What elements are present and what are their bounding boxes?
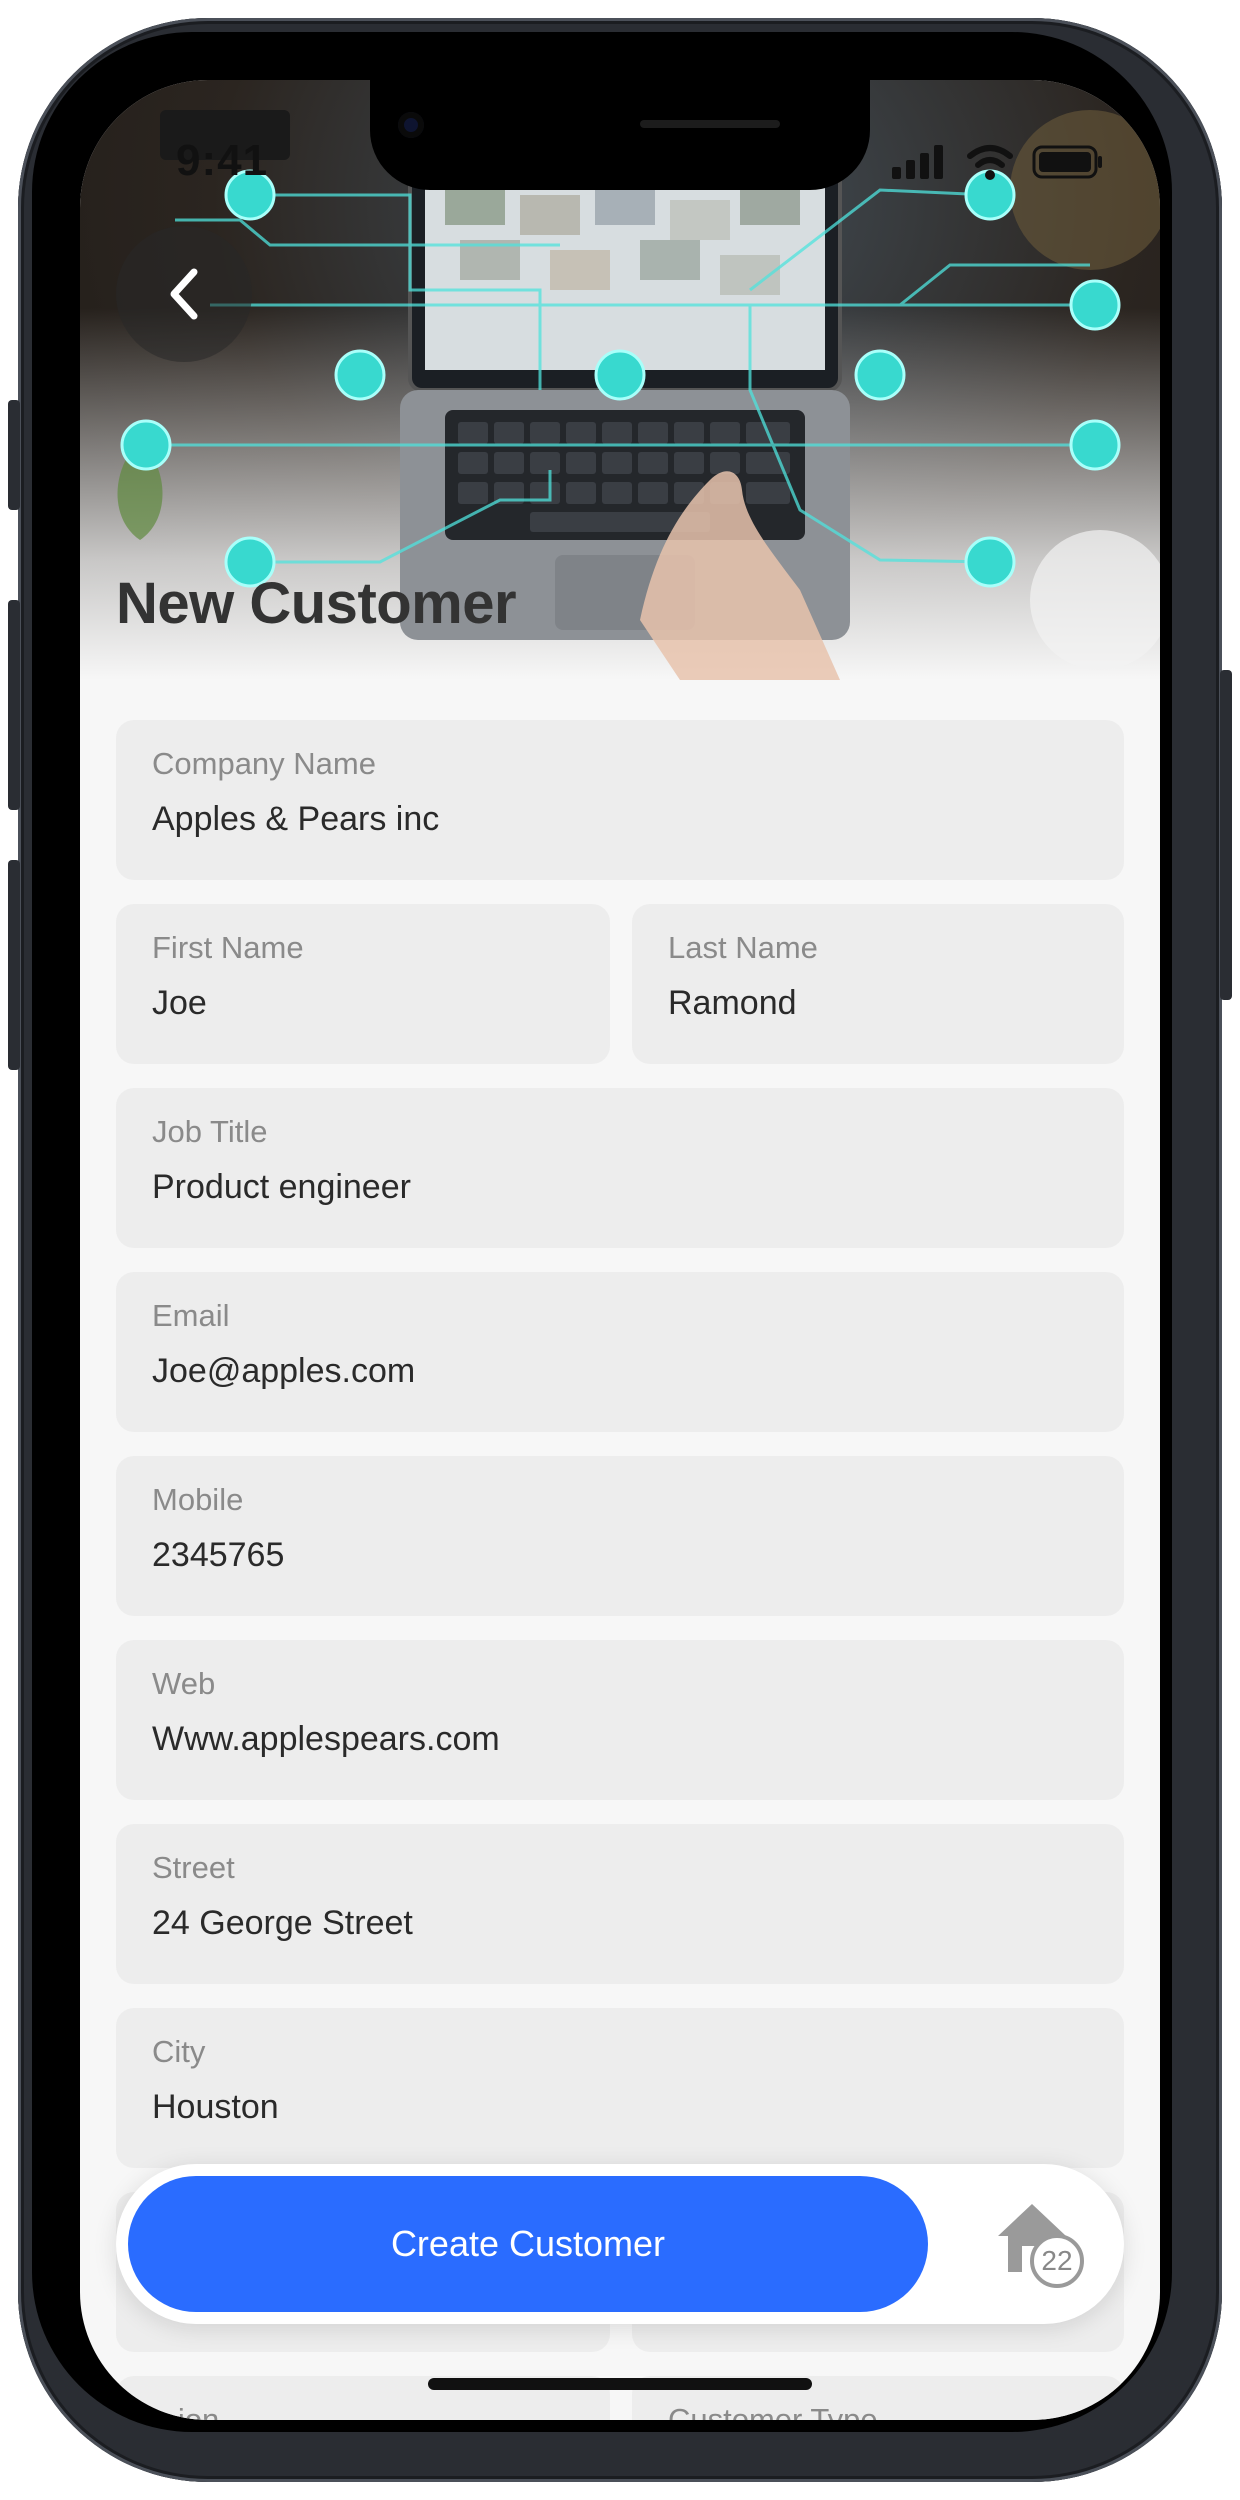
city-label: City: [152, 2034, 206, 2069]
status-icons: [892, 144, 1104, 180]
street-field[interactable]: Street 24 George Street: [116, 1824, 1124, 1984]
city-value: Houston: [152, 2088, 279, 2126]
status-time: 9:41: [176, 136, 269, 185]
front-camera: [398, 112, 424, 138]
wifi-icon: [967, 145, 1013, 180]
lamp: [1010, 110, 1160, 270]
notch: [370, 80, 870, 190]
screen: 9:41 New Customer Company Name Apples & …: [80, 80, 1160, 2420]
email-value: Joe@apples.com: [152, 1352, 416, 1390]
create-customer-button[interactable]: Create Customer: [128, 2176, 928, 2312]
web-field[interactable]: Web Www.applespears.com: [116, 1640, 1124, 1800]
last-name-label: Last Name: [668, 930, 818, 965]
power-button: [1220, 670, 1232, 1000]
back-button[interactable]: [116, 226, 252, 362]
email-label: Email: [152, 1298, 230, 1333]
home-button[interactable]: 22: [992, 2198, 1092, 2294]
signal-icon: [892, 145, 943, 179]
region-label: ...ion: [152, 2402, 220, 2420]
company-name-value: Apples & Pears inc: [152, 800, 440, 838]
silent-switch: [8, 400, 20, 510]
mobile-label: Mobile: [152, 1482, 244, 1517]
job-title-field[interactable]: Job Title Product engineer: [116, 1088, 1124, 1248]
web-label: Web: [152, 1666, 216, 1701]
mobile-value: 2345765: [152, 1536, 285, 1574]
city-field[interactable]: City Houston: [116, 2008, 1124, 2168]
last-name-value: Ramond: [668, 984, 797, 1022]
back-chevron-icon: [170, 268, 198, 320]
page-title: New Customer: [116, 571, 517, 636]
job-title-value: Product engineer: [152, 1168, 411, 1206]
volume-up-button: [8, 600, 20, 810]
home-indicator[interactable]: [428, 2378, 812, 2390]
home-badge: 22: [1030, 2234, 1084, 2288]
web-value: Www.applespears.com: [152, 1720, 500, 1758]
street-label: Street: [152, 1850, 235, 1885]
first-name-value: Joe: [152, 984, 207, 1022]
job-title-label: Job Title: [152, 1114, 268, 1149]
battery-icon: [1032, 145, 1102, 179]
company-name-field[interactable]: Company Name Apples & Pears inc: [116, 720, 1124, 880]
customer-type-label: Customer Type: [668, 2402, 878, 2420]
first-name-label: First Name: [152, 930, 304, 965]
last-name-field[interactable]: Last Name Ramond: [632, 904, 1124, 1064]
volume-down-button: [8, 860, 20, 1070]
email-field[interactable]: Email Joe@apples.com: [116, 1272, 1124, 1432]
first-name-field[interactable]: First Name Joe: [116, 904, 610, 1064]
street-value: 24 George Street: [152, 1904, 413, 1942]
cup: [1030, 530, 1160, 670]
company-name-label: Company Name: [152, 746, 376, 781]
bottom-action-bar: Create Customer 22: [116, 2164, 1124, 2324]
mobile-field[interactable]: Mobile 2345765: [116, 1456, 1124, 1616]
earpiece: [640, 120, 780, 128]
